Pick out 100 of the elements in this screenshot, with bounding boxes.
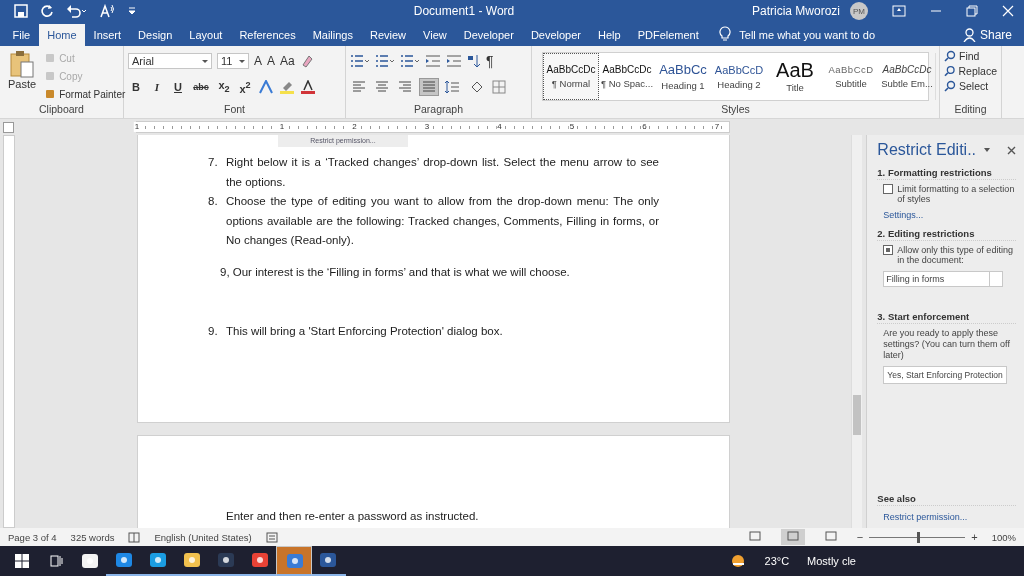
app-icon xyxy=(148,550,168,570)
save-icon[interactable] xyxy=(14,4,28,18)
checkbox[interactable] xyxy=(883,184,894,194)
ribbon-tab[interactable]: Design xyxy=(129,24,181,46)
format-button[interactable]: abc xyxy=(191,82,211,92)
font-size-button[interactable]: A xyxy=(267,54,276,68)
style-option[interactable]: AaBbCcD Subtitle xyxy=(823,53,879,100)
clipboard-icon xyxy=(9,50,36,78)
format-button[interactable]: U xyxy=(170,81,186,93)
editing-command[interactable]: Find xyxy=(944,50,997,62)
accessibility-icon[interactable] xyxy=(265,531,278,543)
style-option[interactable]: AaBbCcDc ¶ No Spac... xyxy=(599,53,655,100)
checkbox[interactable] xyxy=(883,245,894,255)
format-button[interactable]: I xyxy=(149,81,165,93)
weather-text[interactable]: Mostly cle xyxy=(807,555,856,567)
list-icon[interactable] xyxy=(350,54,370,68)
read-aloud-icon[interactable] xyxy=(100,4,116,18)
highlighter-icon[interactable] xyxy=(279,80,295,94)
ribbon-tab[interactable]: Home xyxy=(38,24,86,46)
checkbox-label: Allow only this type of editing in the document: xyxy=(897,245,1014,265)
font-color-icon[interactable] xyxy=(300,80,316,94)
weather-temperature[interactable]: 23°C xyxy=(764,555,790,567)
paste-button[interactable]: Paste xyxy=(4,50,41,103)
font-size-button[interactable]: A xyxy=(254,54,262,68)
clipboard-command[interactable]: Format Painter xyxy=(44,86,126,102)
indent-icon[interactable] xyxy=(446,54,462,68)
user-avatar[interactable]: PM xyxy=(850,2,868,20)
editing-command[interactable]: Select xyxy=(944,80,997,92)
zoom-in-button[interactable]: + xyxy=(971,531,978,543)
section-heading: 1. Formatting restrictions xyxy=(877,167,1016,180)
style-option[interactable]: AaB Title xyxy=(767,53,823,100)
ribbon-tab[interactable]: File xyxy=(4,24,39,46)
font-size-field[interactable]: 11 xyxy=(217,53,249,69)
paragraph-text: Choose the type of editing you want to allow from the drop-down menu: The only options available are the following: Tracked changes, Comments, Filling in forms, or No changes (Read-only). xyxy=(226,194,659,248)
page-view-icon xyxy=(748,531,761,541)
text-effects-icon[interactable] xyxy=(258,80,274,94)
windows-start-icon[interactable] xyxy=(14,553,30,569)
list-number: 7. xyxy=(208,155,219,170)
zoom-out-button[interactable]: − xyxy=(856,531,864,543)
customize-icon[interactable] xyxy=(128,6,136,16)
ribbon-tab[interactable]: References xyxy=(230,24,305,46)
window-title: Document1 - Word xyxy=(412,4,516,18)
editing-command[interactable]: Replace xyxy=(944,65,997,77)
ribbon-tab[interactable]: Help xyxy=(589,24,630,46)
paragraph-text: 9, Our interest is the ‘Filling in forms’ and that is what we will choose. xyxy=(220,264,571,280)
pane-options-icon[interactable] xyxy=(984,148,990,152)
command-icon xyxy=(944,65,956,77)
view-button[interactable] xyxy=(780,529,805,545)
indent-icon[interactable] xyxy=(425,54,441,68)
format-button[interactable]: x$^{2}$ xyxy=(237,79,253,95)
paragraph-text: Right below it is a ‘Tracked changes’ drop-down list. Select the menu arrow to see the options. xyxy=(226,155,659,190)
page-count[interactable]: Page 3 of 4 xyxy=(8,531,57,543)
ribbon-tab[interactable]: Developer xyxy=(455,24,523,46)
section-heading: 3. Start enforcement xyxy=(877,311,1016,324)
list-number: 8. xyxy=(208,194,219,209)
undo-icon[interactable] xyxy=(66,4,88,18)
style-option[interactable]: AaBbCc Heading 1 xyxy=(655,53,711,100)
close-icon[interactable] xyxy=(1007,145,1016,155)
format-button[interactable]: x$_{2}$ xyxy=(216,79,232,95)
group-label: Editing xyxy=(953,103,988,117)
share-button[interactable]: Share xyxy=(962,24,1012,46)
task-view-icon[interactable] xyxy=(48,553,64,569)
settings-link[interactable]: Settings... xyxy=(883,210,1016,220)
vertical-scrollbar[interactable] xyxy=(851,135,863,528)
font-size-button[interactable]: Aa xyxy=(280,54,295,68)
font-name-field[interactable]: Arial xyxy=(128,53,212,69)
repeat-icon[interactable] xyxy=(40,4,54,18)
word-count[interactable]: 325 words xyxy=(70,531,115,543)
pilcrow-button[interactable]: ¶ xyxy=(486,53,494,69)
start-enforcing-button[interactable]: Yes, Start Enforcing Protection xyxy=(883,366,1007,384)
tab-selector[interactable] xyxy=(3,121,14,133)
user-name: Patricia Mworozi xyxy=(751,4,840,18)
app-icon xyxy=(250,550,270,570)
command-icon xyxy=(44,52,57,64)
list-icon[interactable] xyxy=(400,54,420,68)
checkbox-label: Limit formatting to a selection of styles xyxy=(897,184,1016,204)
ribbon-tab[interactable]: View xyxy=(414,24,456,46)
restore-icon[interactable] xyxy=(966,5,978,17)
style-option[interactable]: AaBbCcDc ¶ Normal xyxy=(543,53,599,100)
horizontal-ruler[interactable]: 1 1 2 3 4 5 6 7 xyxy=(136,121,730,133)
ribbon-display-icon[interactable] xyxy=(892,5,906,17)
editing-type-dropdown[interactable]: Filling in forms xyxy=(883,271,1004,287)
group-label: Paragraph xyxy=(412,103,464,117)
restrict-permission-link[interactable]: Restrict permission... xyxy=(883,512,1016,522)
ribbon-tab[interactable]: Mailings xyxy=(304,24,362,46)
language-indicator[interactable]: English (United States) xyxy=(154,531,252,543)
zoom-level[interactable]: 100% xyxy=(991,531,1016,543)
style-option[interactable]: AaBbCcD Heading 2 xyxy=(711,53,767,100)
style-option[interactable]: AaBbCcDc Subtle Em... xyxy=(879,53,935,100)
sort-icon[interactable] xyxy=(467,54,481,68)
tell-me-search[interactable]: Tell me what you want to do xyxy=(739,24,876,46)
ribbon-tab[interactable]: Review xyxy=(361,24,415,46)
list-icon[interactable] xyxy=(375,54,395,68)
command-icon xyxy=(944,80,956,92)
ribbon-tab[interactable]: Insert xyxy=(85,24,130,46)
ribbon-tab[interactable]: PDFelement xyxy=(629,24,708,46)
ribbon-tab[interactable]: Developer xyxy=(522,24,590,46)
ribbon-tab[interactable]: Layout xyxy=(180,24,231,46)
format-button[interactable]: B xyxy=(128,81,144,93)
proofing-icon[interactable] xyxy=(128,531,141,543)
